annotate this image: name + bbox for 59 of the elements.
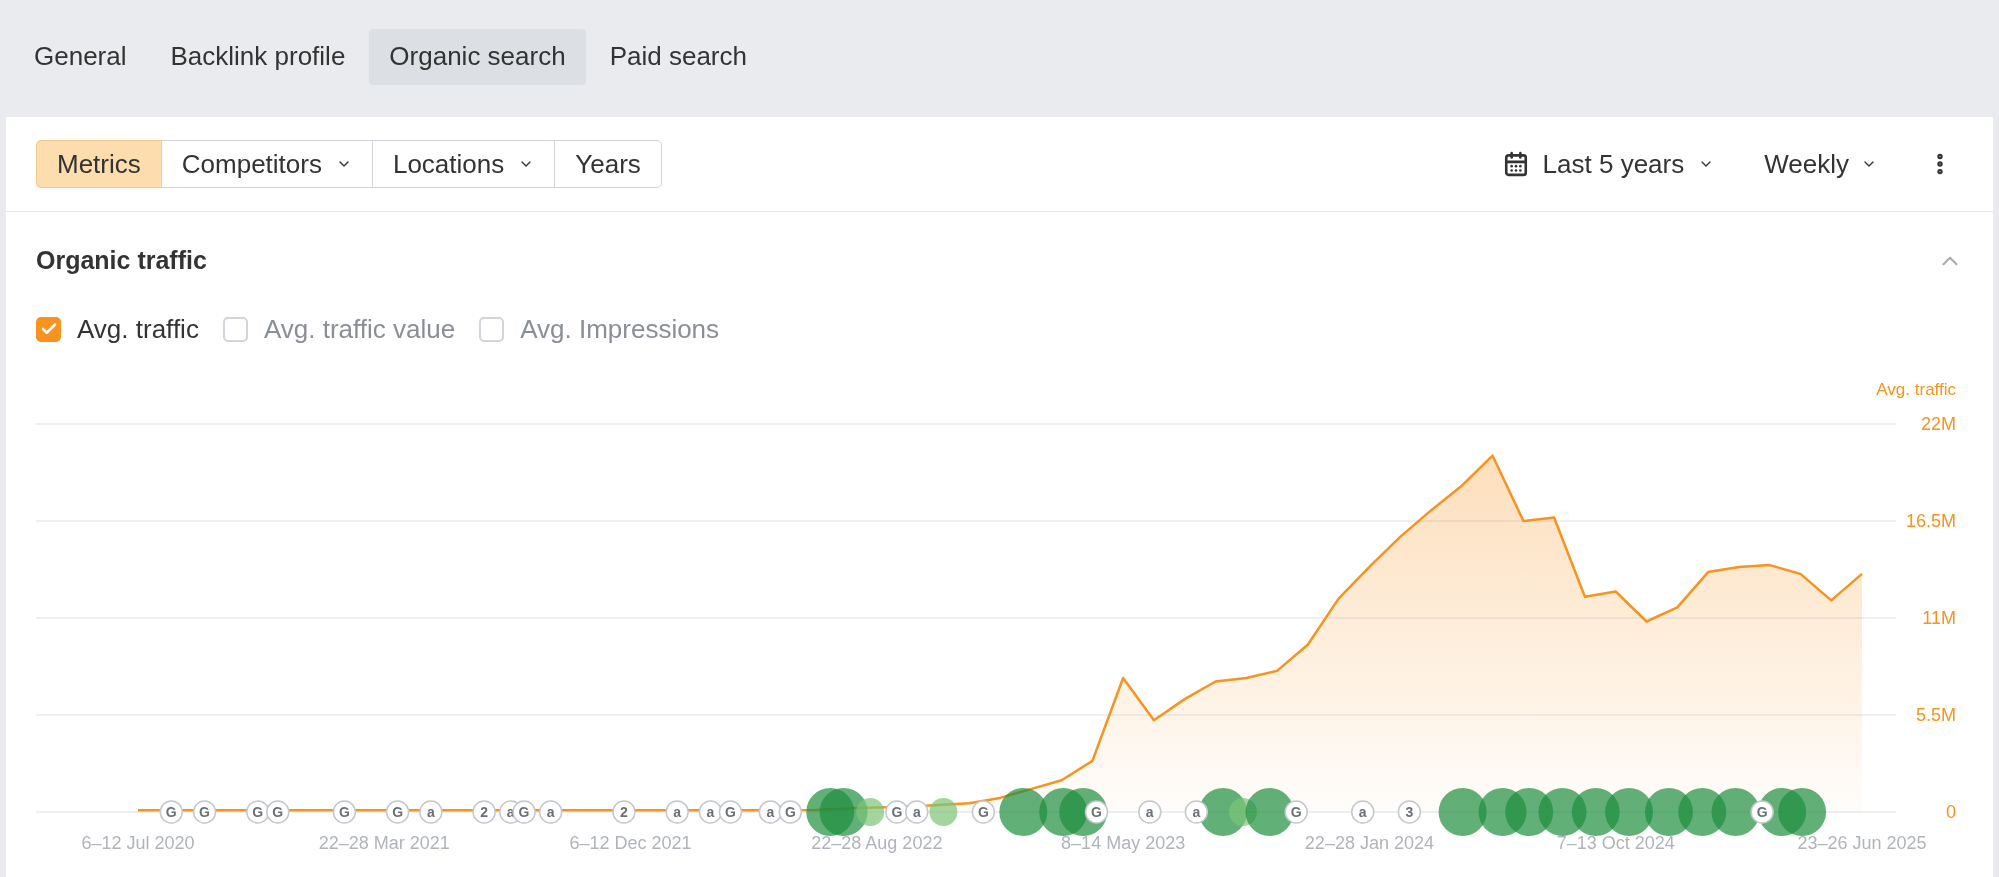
checkbox-label: Avg. traffic value <box>263 312 456 346</box>
tab[interactable]: Paid search <box>589 28 767 85</box>
event-marker[interactable] <box>856 797 885 826</box>
x-tick-label: 6–12 Jul 2020 <box>81 832 195 853</box>
checkbox-label: Avg. Impressions <box>520 312 720 346</box>
update-marker[interactable]: a <box>698 799 723 824</box>
x-tick-label: 22–28 Jan 2024 <box>1304 832 1434 853</box>
checkbox[interactable] <box>222 316 248 342</box>
y-tick-label: 11M <box>1922 607 1956 628</box>
update-marker[interactable]: G <box>385 799 410 824</box>
x-tick-label: 23–26 Jun 2025 <box>1797 832 1927 853</box>
tab[interactable]: General <box>14 28 147 85</box>
update-marker[interactable]: G <box>971 799 996 824</box>
interval-dropdown[interactable]: Weekly <box>1764 144 1877 184</box>
x-tick-label: 7–13 Oct 2024 <box>1556 832 1675 853</box>
update-marker[interactable]: G <box>718 799 743 824</box>
update-marker[interactable]: G <box>266 799 290 824</box>
update-marker[interactable]: G <box>1750 799 1774 824</box>
update-marker[interactable]: 2 <box>612 799 636 824</box>
y-tick-label: 0 <box>1946 801 1956 822</box>
update-marker[interactable]: G <box>1284 799 1308 824</box>
tab[interactable]: Backlink profile <box>150 28 366 85</box>
y-tick-label: 16.5M <box>1905 510 1956 531</box>
segment-button[interactable]: Years <box>554 140 662 188</box>
checkbox[interactable] <box>479 316 505 342</box>
checkbox-label: Avg. traffic <box>77 312 199 346</box>
update-marker[interactable]: G <box>1084 799 1109 824</box>
date-range-dropdown[interactable]: Last 5 years <box>1502 144 1715 184</box>
update-marker[interactable]: G <box>192 799 217 824</box>
update-marker[interactable]: 3 <box>1397 799 1422 824</box>
event-marker[interactable] <box>1778 787 1827 836</box>
x-tick-label: 22–28 Mar 2021 <box>318 832 450 853</box>
update-marker[interactable]: G <box>778 799 803 824</box>
update-marker[interactable]: G <box>512 799 536 824</box>
y-tick-label: 5.5M <box>1915 704 1956 725</box>
update-marker[interactable]: a <box>419 799 443 824</box>
x-tick-label: 6–12 Dec 2021 <box>569 832 692 853</box>
segment-button[interactable]: Locations <box>371 140 556 188</box>
update-marker[interactable]: a <box>1351 799 1375 824</box>
checkbox[interactable] <box>36 316 61 342</box>
x-tick-label: 22–28 Aug 2022 <box>811 832 943 853</box>
update-marker[interactable]: G <box>159 799 184 824</box>
axis-title: Avg. traffic <box>1876 380 1956 399</box>
update-marker[interactable]: 2 <box>472 799 496 824</box>
update-marker[interactable]: a <box>1184 799 1209 824</box>
calendar-icon <box>1502 151 1529 177</box>
update-marker[interactable]: a <box>665 799 689 824</box>
update-marker[interactable]: a <box>758 799 783 824</box>
event-marker[interactable] <box>929 797 958 826</box>
update-marker[interactable]: a <box>1138 799 1162 824</box>
tab[interactable]: Organic search <box>369 28 586 85</box>
x-tick-label: 8–14 May 2023 <box>1061 832 1186 853</box>
update-marker[interactable]: G <box>332 799 357 824</box>
update-marker[interactable]: a <box>538 799 563 824</box>
section-title: Organic traffic <box>36 245 207 276</box>
update-marker[interactable]: a <box>905 799 929 824</box>
y-tick-label: 22M <box>1921 413 1956 434</box>
segment-button[interactable]: Competitors <box>160 140 373 188</box>
segment-button[interactable]: Metrics <box>36 140 162 188</box>
